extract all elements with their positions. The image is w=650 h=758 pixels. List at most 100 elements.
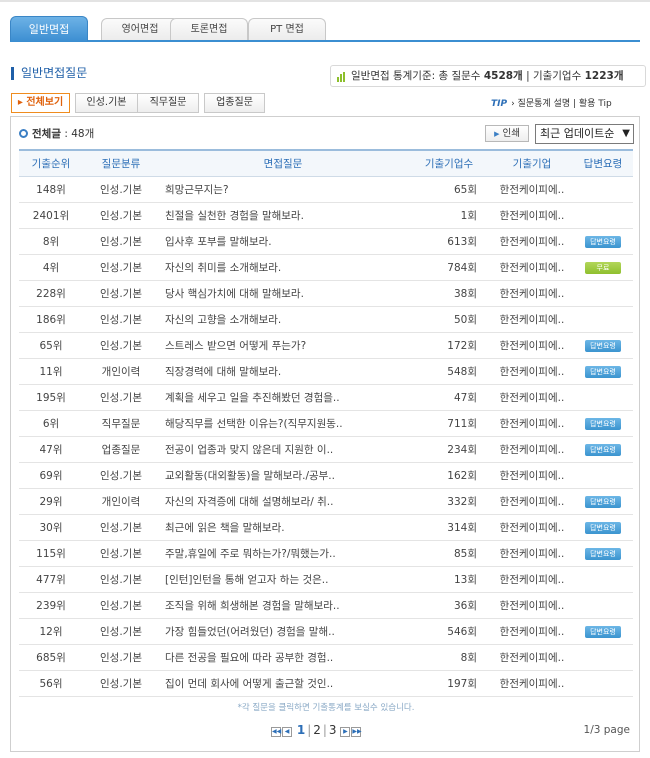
table-row[interactable]: 12위 인성.기본 가장 힘들었던(어려웠던) 경험을 말해.. 546회 한전케이피에… (19, 618, 633, 645)
company-cell: 한전케이피에.. (491, 644, 573, 671)
table-row[interactable]: 47위 업종질문 전공이 업종과 맞지 않은데 지원한 이.. 234회 한전케이피에.… (19, 436, 633, 463)
answer-tip-cell (573, 306, 633, 333)
count-cell: 711회 (407, 410, 491, 437)
page-1[interactable]: 1 (297, 723, 305, 737)
company-cell: 한전케이피에.. (491, 254, 573, 281)
table-row[interactable]: 6위 직무질문 해당직무를 선택한 이유는?(직무지원동.. 711회 한전케이피에..… (19, 410, 633, 437)
tab-general-interview[interactable]: 일반면접 (10, 16, 88, 41)
table-row[interactable]: 228위 인성.기본 당사 핵심가치에 대해 말해보라. 38회 한전케이피에.. (19, 280, 633, 307)
col-category[interactable]: 질문분류 (83, 149, 159, 177)
answer-tip-badge[interactable]: 답변요령 (585, 521, 621, 534)
question-link[interactable]: 스트레스 받으면 어떻게 푸는가? (159, 332, 407, 359)
col-rank[interactable]: 기출순위 (19, 149, 83, 177)
first-page-icon[interactable]: ◀◀ (271, 727, 281, 737)
subtab-job[interactable]: 직무질문 (137, 93, 199, 113)
table-row[interactable]: 239위 인성.기본 조직을 위해 희생해본 경험을 말해보라.. 36회 한전케이피에… (19, 592, 633, 619)
answer-tip-badge[interactable]: 답변요령 (585, 547, 621, 560)
answer-tip-cell: 무료 (573, 254, 633, 281)
table-row[interactable]: 4위 인성.기본 자신의 취미를 소개해보라. 784회 한전케이피에.. 무료 (19, 254, 633, 281)
answer-tip-badge[interactable]: 답변요령 (585, 443, 621, 456)
question-link[interactable]: 주말,휴일에 주로 뭐하는가?/뭐했는가.. (159, 540, 407, 567)
category-cell: 인성.기본 (83, 176, 159, 203)
answer-tip-cell (573, 280, 633, 307)
subtab-industry[interactable]: 업종질문 (204, 93, 265, 113)
table-row[interactable]: 685위 인성.기본 다른 전공을 필요에 따라 공부한 경험.. 8회 한전케이피에.… (19, 644, 633, 671)
answer-tip-badge[interactable]: 답변요령 (585, 625, 621, 638)
table-row[interactable]: 69위 인성.기본 교외활동(대외활동)을 말해보라./공부.. 162회 한전케이피에… (19, 462, 633, 489)
print-button[interactable]: ▶ 인쇄 (485, 125, 529, 142)
question-link[interactable]: 자신의 취미를 소개해보라. (159, 254, 407, 281)
last-page-icon[interactable]: ▶▶ (351, 727, 362, 737)
question-link[interactable]: 당사 핵심가치에 대해 말해보라. (159, 280, 407, 307)
answer-tip-badge[interactable]: 답변요령 (585, 235, 621, 248)
next-page-icon[interactable]: ▶ (340, 727, 351, 737)
subtab-personality[interactable]: 인성.기본 (75, 93, 138, 113)
answer-tip-badge[interactable]: 답변요령 (585, 339, 621, 352)
rank-cell: 115위 (19, 540, 83, 567)
table-row[interactable]: 148위 인성.기본 희망근무지는? 65회 한전케이피에.. (19, 176, 633, 203)
count-cell: 47회 (407, 384, 491, 411)
company-cell: 한전케이피에.. (491, 670, 573, 697)
question-link[interactable]: 직장경력에 대해 말해보라. (159, 358, 407, 385)
question-link[interactable]: [인턴]인턴을 통해 얻고자 하는 것은.. (159, 566, 407, 593)
subtab-all[interactable]: ▸ 전체보기 (11, 93, 70, 113)
category-cell: 직무질문 (83, 410, 159, 437)
answer-tip-cell (573, 670, 633, 697)
answer-tip-badge[interactable]: 무료 (585, 261, 621, 274)
question-link[interactable]: 집이 먼데 회사에 어떻게 출근할 것인.. (159, 670, 407, 697)
question-link[interactable]: 계획을 세우고 일을 추진해봤던 경험을.. (159, 384, 407, 411)
question-link[interactable]: 자신의 고향을 소개해보라. (159, 306, 407, 333)
question-link[interactable]: 희망근무지는? (159, 176, 407, 203)
page-3[interactable]: 3 (329, 723, 337, 737)
question-link[interactable]: 친절을 실천한 경험을 말해보라. (159, 202, 407, 229)
tab-english-interview[interactable]: 영어면접 (101, 18, 179, 40)
table-row[interactable]: 56위 인성.기본 집이 먼데 회사에 어떻게 출근할 것인.. 197회 한전케이피에… (19, 670, 633, 697)
question-link[interactable]: 가장 힘들었던(어려웠던) 경험을 말해.. (159, 618, 407, 645)
answer-tip-cell: 답변요령 (573, 228, 633, 255)
table-row[interactable]: 11위 개인이력 직장경력에 대해 말해보라. 548회 한전케이피에.. 답변요령 (19, 358, 633, 385)
prev-page-icon[interactable]: ◀ (282, 727, 292, 737)
table-row[interactable]: 8위 인성.기본 입사후 포부를 말해보라. 613회 한전케이피에.. 답변요령 (19, 228, 633, 255)
question-list-panel: 전체글 : 48개 ▶ 인쇄 최근 업데이트순 ▼ 기출순위 질문분류 면접질문 … (10, 116, 640, 752)
count-cell: 50회 (407, 306, 491, 333)
answer-tip-badge[interactable]: 답변요령 (585, 495, 621, 508)
question-link[interactable]: 조직을 위해 희생해본 경험을 말해보라.. (159, 592, 407, 619)
table-row[interactable]: 65위 인성.기본 스트레스 받으면 어떻게 푸는가? 172회 한전케이피에.. 답변요… (19, 332, 633, 359)
question-link[interactable]: 최근에 읽은 책을 말해보라. (159, 514, 407, 541)
company-cell: 한전케이피에.. (491, 488, 573, 515)
table-row[interactable]: 2401위 인성.기본 친절을 실천한 경험을 말해보라. 1회 한전케이피에.. (19, 202, 633, 229)
sort-select[interactable]: 최근 업데이트순 ▼ (535, 124, 634, 144)
question-link[interactable]: 입사후 포부를 말해보라. (159, 228, 407, 255)
category-cell: 인성.기본 (83, 202, 159, 229)
answer-tip-badge[interactable]: 답변요령 (585, 365, 621, 378)
tab-pt-interview[interactable]: PT 면접 (248, 18, 326, 40)
table-row[interactable]: 477위 인성.기본 [인턴]인턴을 통해 얻고자 하는 것은.. 13회 한전케이피에… (19, 566, 633, 593)
table-row[interactable]: 30위 인성.기본 최근에 읽은 책을 말해보라. 314회 한전케이피에.. 답변요령 (19, 514, 633, 541)
answer-tip-badge[interactable]: 답변요령 (585, 417, 621, 430)
count-cell: 38회 (407, 280, 491, 307)
play-arrow-icon: ▶ (494, 130, 500, 138)
table-row[interactable]: 29위 개인이력 자신의 자격증에 대해 설명해보라/ 취.. 332회 한전케이피에.… (19, 488, 633, 515)
question-link[interactable]: 다른 전공을 필요에 따라 공부한 경험.. (159, 644, 407, 671)
tip-line[interactable]: TIP › 질문통계 설명 | 활용 Tip (491, 96, 612, 109)
table-row[interactable]: 115위 인성.기본 주말,휴일에 주로 뭐하는가?/뭐했는가.. 85회 한전케이피에… (19, 540, 633, 567)
page-2[interactable]: 2 (313, 723, 321, 737)
table-row[interactable]: 186위 인성.기본 자신의 고향을 소개해보라. 50회 한전케이피에.. (19, 306, 633, 333)
company-cell: 한전케이피에.. (491, 384, 573, 411)
tip-text[interactable]: › 질문통계 설명 | 활용 Tip (511, 99, 612, 109)
col-count[interactable]: 기출기업수 (407, 149, 491, 177)
question-link[interactable]: 교외활동(대외활동)을 말해보라./공부.. (159, 462, 407, 489)
category-cell: 업종질문 (83, 436, 159, 463)
tip-label: TIP (491, 99, 508, 109)
category-cell: 인성.기본 (83, 566, 159, 593)
question-link[interactable]: 해당직무를 선택한 이유는?(직무지원동.. (159, 410, 407, 437)
company-cell: 한전케이피에.. (491, 592, 573, 619)
question-link[interactable]: 자신의 자격증에 대해 설명해보라/ 취.. (159, 488, 407, 515)
category-cell: 인성.기본 (83, 306, 159, 333)
circle-bullet-icon (19, 129, 28, 138)
question-link[interactable]: 전공이 업종과 맞지 않은데 지원한 이.. (159, 436, 407, 463)
rank-cell: 477위 (19, 566, 83, 593)
tab-debate-interview[interactable]: 토론면접 (170, 18, 248, 40)
table-row[interactable]: 195위 인성.기본 계획을 세우고 일을 추진해봤던 경험을.. 47회 한전케이피에… (19, 384, 633, 411)
category-cell: 인성.기본 (83, 254, 159, 281)
